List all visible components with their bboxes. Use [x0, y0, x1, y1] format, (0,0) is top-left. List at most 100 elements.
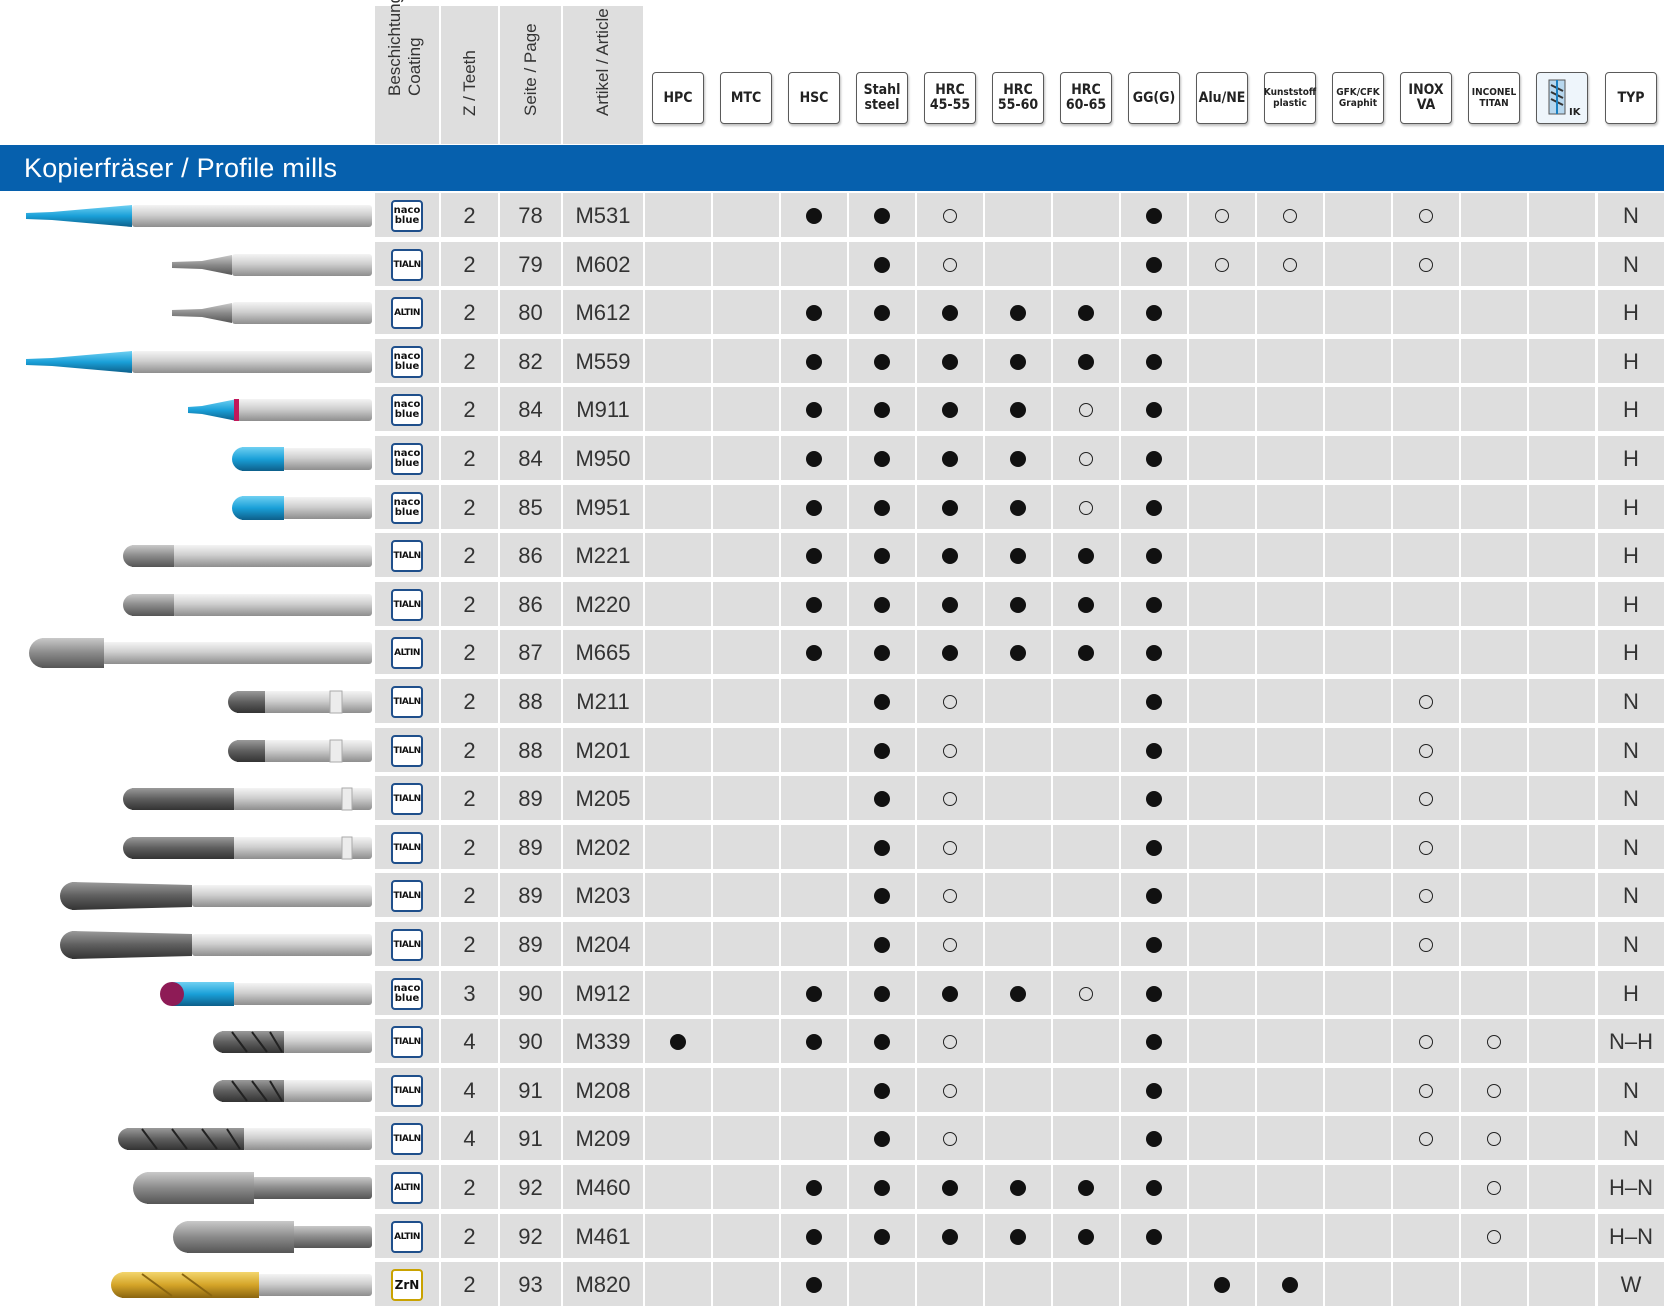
mark-cell — [1257, 1019, 1323, 1066]
typ-cell: H — [1598, 436, 1664, 482]
mark-cell — [1053, 581, 1119, 628]
mark-cell — [985, 290, 1051, 337]
mark-cell — [1053, 533, 1119, 580]
mark-cell — [985, 1067, 1051, 1114]
mark-cell — [1189, 824, 1255, 871]
full-circle-mark — [1146, 694, 1162, 710]
full-circle-mark — [942, 402, 958, 419]
teeth-cell: 4 — [441, 1067, 498, 1114]
full-circle-mark — [806, 645, 822, 662]
mark-cell — [849, 533, 915, 580]
mark-cell — [781, 1262, 847, 1309]
teeth-cell: 2 — [441, 338, 498, 385]
tool-silver-thin-icon — [172, 302, 372, 325]
tool-gold-icon — [111, 1272, 372, 1299]
coating-cell: naco blue — [375, 193, 439, 239]
coating-badge: TIALN — [391, 540, 423, 573]
coating-cell: naco blue — [375, 484, 439, 531]
mark-cell — [1393, 727, 1459, 774]
mark-cell — [713, 1213, 779, 1260]
mark-cell — [1121, 1262, 1187, 1309]
mark-cell — [985, 776, 1051, 823]
tool-image — [12, 1022, 372, 1062]
material-header-11: GFK/CFK Graphit — [1332, 72, 1384, 124]
mark-cell — [917, 533, 983, 580]
full-circle-mark — [1010, 985, 1026, 1002]
open-circle-mark — [943, 1035, 957, 1050]
mark-cell — [1529, 873, 1595, 920]
full-circle-mark — [1146, 548, 1162, 565]
mark-cell — [713, 776, 779, 823]
mark-cell — [917, 1262, 983, 1309]
tool-image — [12, 1168, 372, 1208]
mark-cell — [645, 776, 711, 823]
typ-cell: H — [1598, 630, 1664, 677]
coating-cell: naco blue — [375, 970, 439, 1017]
full-circle-mark — [874, 1228, 890, 1245]
open-circle-mark — [943, 938, 957, 952]
mark-cell — [1529, 581, 1595, 628]
table-row: naco blue 3 90 M912 H — [0, 970, 1664, 1017]
mark-cell — [1393, 338, 1459, 385]
mark-cell — [1529, 241, 1595, 288]
teeth-cell: 2 — [441, 241, 498, 288]
open-circle-mark — [1487, 1132, 1501, 1147]
mark-cell — [1461, 484, 1527, 531]
full-circle-mark — [1146, 1034, 1162, 1051]
mark-cell — [1529, 679, 1595, 725]
mark-cell — [917, 1213, 983, 1260]
full-circle-mark — [806, 1228, 822, 1245]
full-circle-mark — [874, 1131, 890, 1148]
mark-cell — [1121, 533, 1187, 580]
full-circle-mark — [874, 353, 890, 370]
full-circle-mark — [1214, 1277, 1230, 1294]
page-cell: 90 — [500, 1019, 561, 1066]
teeth-cell: 2 — [441, 1213, 498, 1260]
mark-cell — [917, 727, 983, 774]
tool-dark-4long-icon — [118, 1128, 372, 1151]
mark-cell — [1121, 484, 1187, 531]
full-circle-mark — [874, 208, 890, 224]
mark-cell — [645, 922, 711, 968]
mark-cell — [1529, 1019, 1595, 1066]
open-circle-mark — [943, 257, 957, 272]
mark-cell — [713, 387, 779, 434]
row-divider — [375, 723, 1664, 725]
open-circle-mark — [943, 889, 957, 904]
mark-cell — [1257, 387, 1323, 434]
mark-cell — [917, 581, 983, 628]
mark-cell — [1257, 873, 1323, 920]
mark-cell — [1257, 241, 1323, 288]
mark-cell — [1189, 630, 1255, 677]
full-circle-mark — [1146, 305, 1162, 322]
full-circle-mark — [874, 645, 890, 662]
mark-cell — [985, 338, 1051, 385]
mark-cell — [985, 484, 1051, 531]
mark-cell — [1053, 338, 1119, 385]
coating-badge: ALTIN — [391, 1172, 423, 1204]
mark-cell — [849, 970, 915, 1017]
mark-cell — [713, 1116, 779, 1163]
mark-cell — [1393, 241, 1459, 288]
tool-image — [12, 439, 372, 479]
mark-cell — [713, 727, 779, 774]
mark-cell — [1461, 1213, 1527, 1260]
table-row: naco blue 2 85 M951 H — [0, 484, 1664, 531]
mark-cell — [985, 193, 1051, 239]
coating-cell: ALTIN — [375, 630, 439, 677]
mark-cell — [1461, 1019, 1527, 1066]
teeth-cell: 2 — [441, 776, 498, 823]
open-circle-mark — [943, 840, 957, 855]
row-divider — [375, 577, 1664, 580]
mark-cell — [1325, 824, 1391, 871]
mark-cell — [1325, 290, 1391, 337]
article-cell: M602 — [563, 241, 643, 288]
row-divider — [375, 820, 1664, 823]
tool-image — [12, 779, 372, 819]
mark-cell — [1325, 1019, 1391, 1066]
mark-cell — [1393, 1116, 1459, 1163]
material-header-3: HSC — [788, 72, 840, 124]
mark-cell — [1393, 1262, 1459, 1309]
article-cell: M204 — [563, 922, 643, 968]
mark-cell — [1529, 1262, 1595, 1309]
